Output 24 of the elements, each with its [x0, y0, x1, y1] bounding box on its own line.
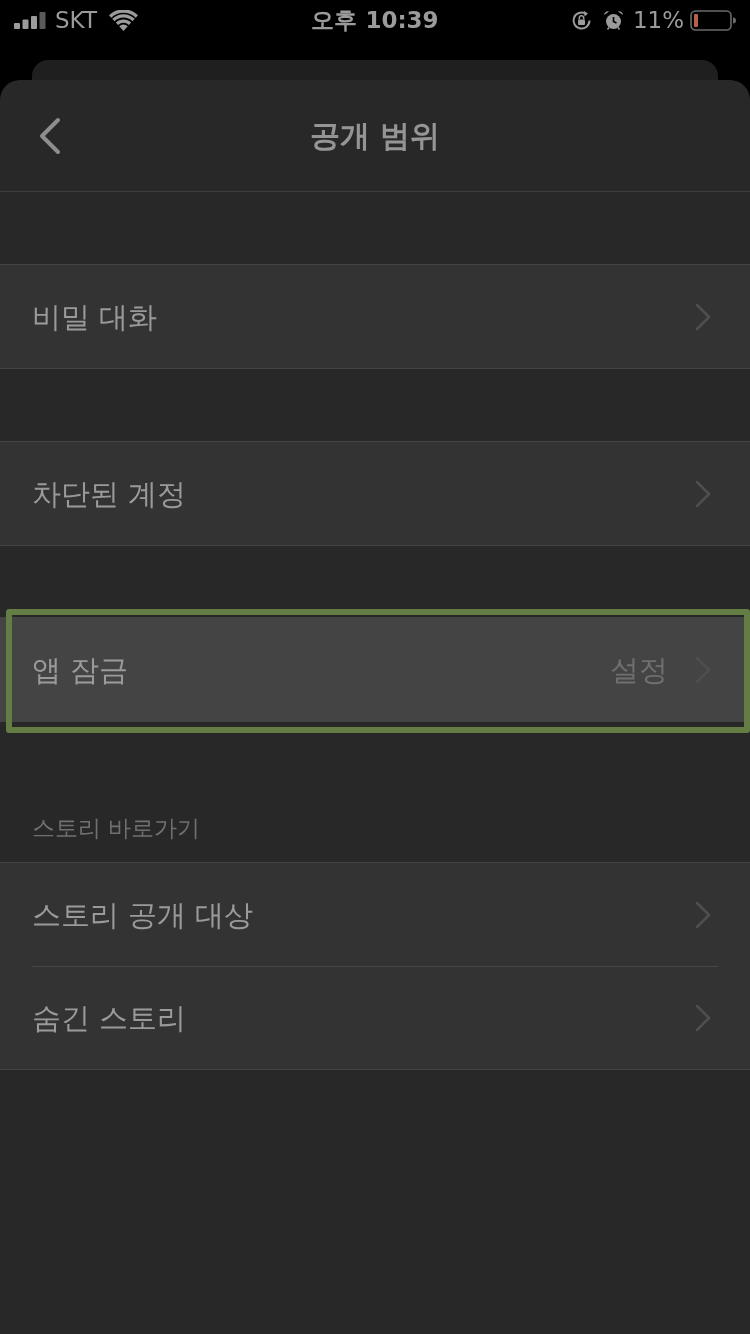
signal-icon	[14, 11, 46, 29]
carrier-name: SKT	[55, 6, 97, 35]
row-label: 비밀 대화	[32, 298, 158, 336]
menu-row[interactable]: 숨긴 스토리	[0, 966, 750, 1069]
chevron-icon	[695, 479, 711, 508]
chevron-icon	[695, 302, 711, 331]
back-icon	[39, 117, 61, 155]
battery-icon	[690, 9, 736, 31]
page-title: 공개 범위	[309, 116, 441, 155]
alarm-icon	[602, 9, 624, 31]
menu-row[interactable]: 스토리 공개 대상	[0, 863, 750, 966]
menu-row[interactable]: 비밀 대화	[0, 265, 750, 368]
status-time: 오후 10:39	[311, 6, 439, 35]
row-label: 스토리 공개 대상	[32, 896, 254, 934]
section-label: 스토리 바로가기	[32, 815, 201, 841]
menu-row[interactable]: 차단된 계정	[0, 442, 750, 545]
rotation-lock-icon	[570, 9, 592, 31]
row-label: 차단된 계정	[32, 475, 187, 513]
row-label: 앱 잠금	[32, 651, 129, 689]
row-label: 숨긴 스토리	[32, 999, 187, 1037]
wifi-icon	[108, 9, 138, 31]
chevron-icon	[695, 900, 711, 929]
chevron-icon	[695, 1003, 711, 1032]
battery-percent: 11%	[632, 6, 684, 35]
